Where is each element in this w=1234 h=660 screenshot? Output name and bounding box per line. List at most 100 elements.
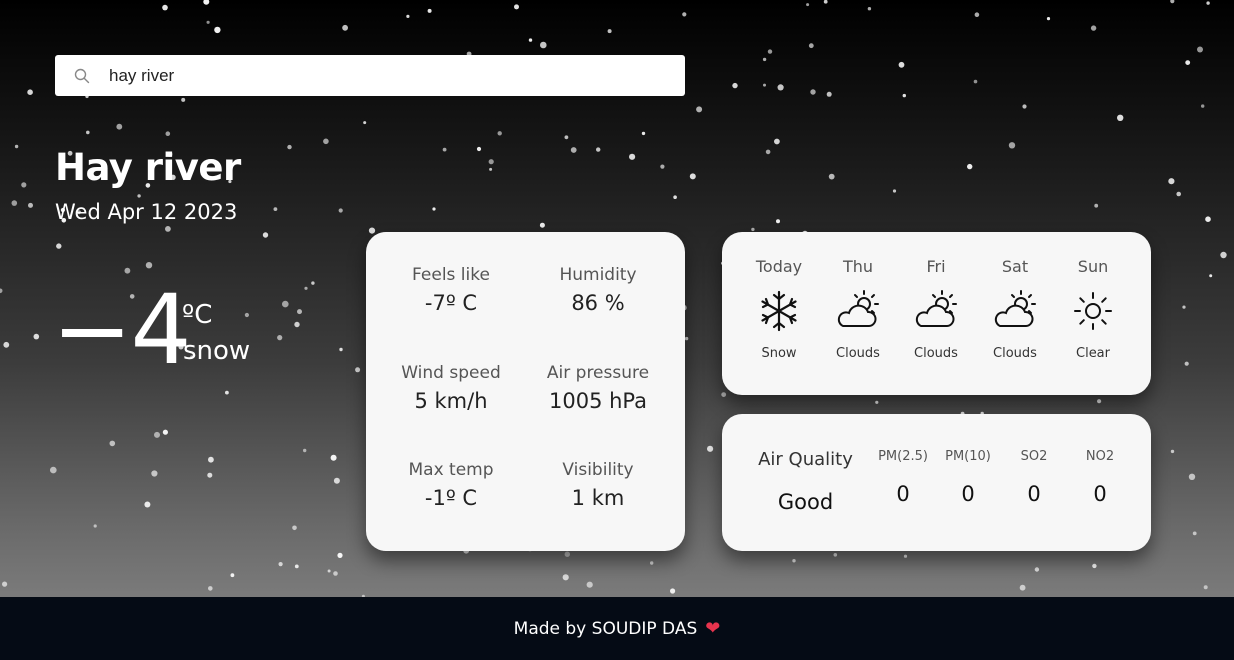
snowflake-dot bbox=[898, 61, 905, 68]
pollutant-so2: SO2 0 bbox=[999, 449, 1069, 506]
snowflake-dot bbox=[1008, 142, 1016, 149]
snowflake-dot bbox=[432, 207, 436, 211]
snowflake-dot bbox=[539, 222, 545, 228]
detail-label: Feels like bbox=[412, 265, 490, 285]
snowflake-dot bbox=[1170, 449, 1175, 454]
snowflake-dot bbox=[292, 525, 297, 531]
temperature-unit: ºC bbox=[182, 300, 213, 330]
forecast-condition: Clouds bbox=[914, 346, 958, 361]
snowflake-dot bbox=[1188, 473, 1196, 480]
snowflake-dot bbox=[540, 41, 547, 49]
snowflake-dot bbox=[892, 189, 897, 193]
snowflake-dot bbox=[3, 341, 10, 348]
forecast-day-thu: Thu Clouds bbox=[823, 257, 893, 361]
snowflake-dot bbox=[406, 14, 410, 18]
snowflake-dot bbox=[660, 164, 665, 169]
snowflake-dot bbox=[27, 89, 33, 95]
snowflake-dot bbox=[641, 131, 646, 136]
snowflake-dot bbox=[339, 347, 343, 352]
detail-air-pressure: Air pressure 1005 hPa bbox=[523, 363, 673, 413]
snowflake-dot bbox=[342, 24, 348, 31]
snowflake-dot bbox=[763, 83, 766, 87]
snowflake-dot bbox=[1117, 114, 1124, 122]
snowflake-dot bbox=[93, 524, 97, 528]
pollutant-name: PM(2.5) bbox=[878, 449, 928, 464]
snowflake-dot bbox=[828, 173, 835, 180]
detail-label: Air pressure bbox=[546, 363, 650, 383]
snowflake-dot bbox=[570, 147, 577, 153]
footer-credit: Made by SOUDIP DAS bbox=[513, 618, 698, 639]
snowflake-dot bbox=[564, 551, 570, 557]
forecast-day-name: Sat bbox=[1001, 257, 1029, 276]
snowflake-dot bbox=[355, 367, 361, 373]
snowflake-dot bbox=[967, 163, 973, 170]
forecast-day-today: Today Snow bbox=[744, 257, 814, 361]
snowflake-dot bbox=[294, 321, 300, 328]
pollutant-value: 0 bbox=[896, 482, 910, 506]
snowflake-dot bbox=[225, 390, 229, 395]
snowflake-dot bbox=[323, 138, 329, 145]
snowflake-dot bbox=[488, 159, 494, 165]
snowflake-dot bbox=[109, 440, 116, 447]
snowflake-dot bbox=[427, 8, 432, 13]
snowflake-dot bbox=[792, 559, 796, 563]
snowflake-dot bbox=[1203, 585, 1208, 590]
sun-icon bbox=[1074, 292, 1112, 330]
snowflake-dot bbox=[0, 288, 3, 294]
snowflake-dot bbox=[50, 466, 57, 474]
heart-icon: ❤ bbox=[705, 618, 721, 639]
snowflake-dot bbox=[278, 562, 283, 567]
snowflake-dot bbox=[330, 454, 337, 461]
search-bar[interactable] bbox=[55, 55, 685, 96]
snowflake-dot bbox=[165, 226, 171, 232]
snowflake-dot bbox=[826, 91, 832, 97]
pollutant-pm10: PM(10) 0 bbox=[933, 449, 1003, 506]
snowflake-dot bbox=[596, 147, 601, 152]
snowflake-dot bbox=[1034, 567, 1040, 572]
snowflake-dot bbox=[287, 144, 292, 150]
snowflake-dot bbox=[1092, 563, 1097, 569]
snowflake-dot bbox=[833, 553, 838, 557]
cloud-sun-icon bbox=[837, 290, 879, 327]
snowflake-dot bbox=[230, 573, 235, 578]
snowflake-dot bbox=[162, 429, 168, 435]
snowflake-dot bbox=[1205, 216, 1211, 222]
snowflake-dot bbox=[145, 262, 153, 269]
snowflake-dot bbox=[14, 144, 19, 149]
snowflake-dot bbox=[684, 336, 689, 341]
snowflake-dot bbox=[767, 49, 773, 54]
snowflake-dot bbox=[732, 82, 738, 89]
snowflake-dot bbox=[124, 267, 131, 274]
forecast-day-sun: Sun Clear bbox=[1058, 257, 1128, 361]
snowflake-dot bbox=[673, 195, 677, 199]
snowflake-dot bbox=[1182, 305, 1186, 309]
snowflake-dot bbox=[208, 456, 214, 463]
snowflake-dot bbox=[86, 130, 90, 135]
snowflake-dot bbox=[1170, 0, 1175, 4]
cloud-sun-icon bbox=[915, 290, 957, 327]
snowflake-dot bbox=[1201, 104, 1205, 108]
snowflake-dot bbox=[707, 445, 714, 452]
snowflake-dot bbox=[689, 173, 696, 180]
snowflake-dot bbox=[1176, 191, 1181, 197]
snowflake-dot bbox=[1168, 178, 1175, 185]
snowflake-dot bbox=[28, 202, 33, 208]
forecast-condition: Clouds bbox=[836, 346, 880, 361]
snowflake-dot bbox=[262, 232, 269, 238]
snowflake-dot bbox=[303, 448, 307, 453]
detail-value: -7º C bbox=[424, 291, 478, 315]
snowflake-dot bbox=[203, 0, 210, 5]
detail-label: Humidity bbox=[559, 265, 637, 285]
snowflake-dot bbox=[1019, 584, 1026, 591]
snowflake-dot bbox=[208, 586, 213, 591]
snowflake-dot bbox=[777, 84, 784, 91]
snowflake-dot bbox=[682, 12, 687, 17]
snowflake-dot bbox=[629, 153, 636, 160]
search-input[interactable] bbox=[109, 55, 685, 96]
snowflake-dot bbox=[514, 4, 519, 10]
pollutant-value: 0 bbox=[961, 482, 975, 506]
snowflake-dot bbox=[144, 501, 151, 508]
snowflake-dot bbox=[294, 564, 299, 569]
snowflake-dot bbox=[607, 29, 612, 34]
detail-value: 1005 hPa bbox=[548, 389, 648, 413]
